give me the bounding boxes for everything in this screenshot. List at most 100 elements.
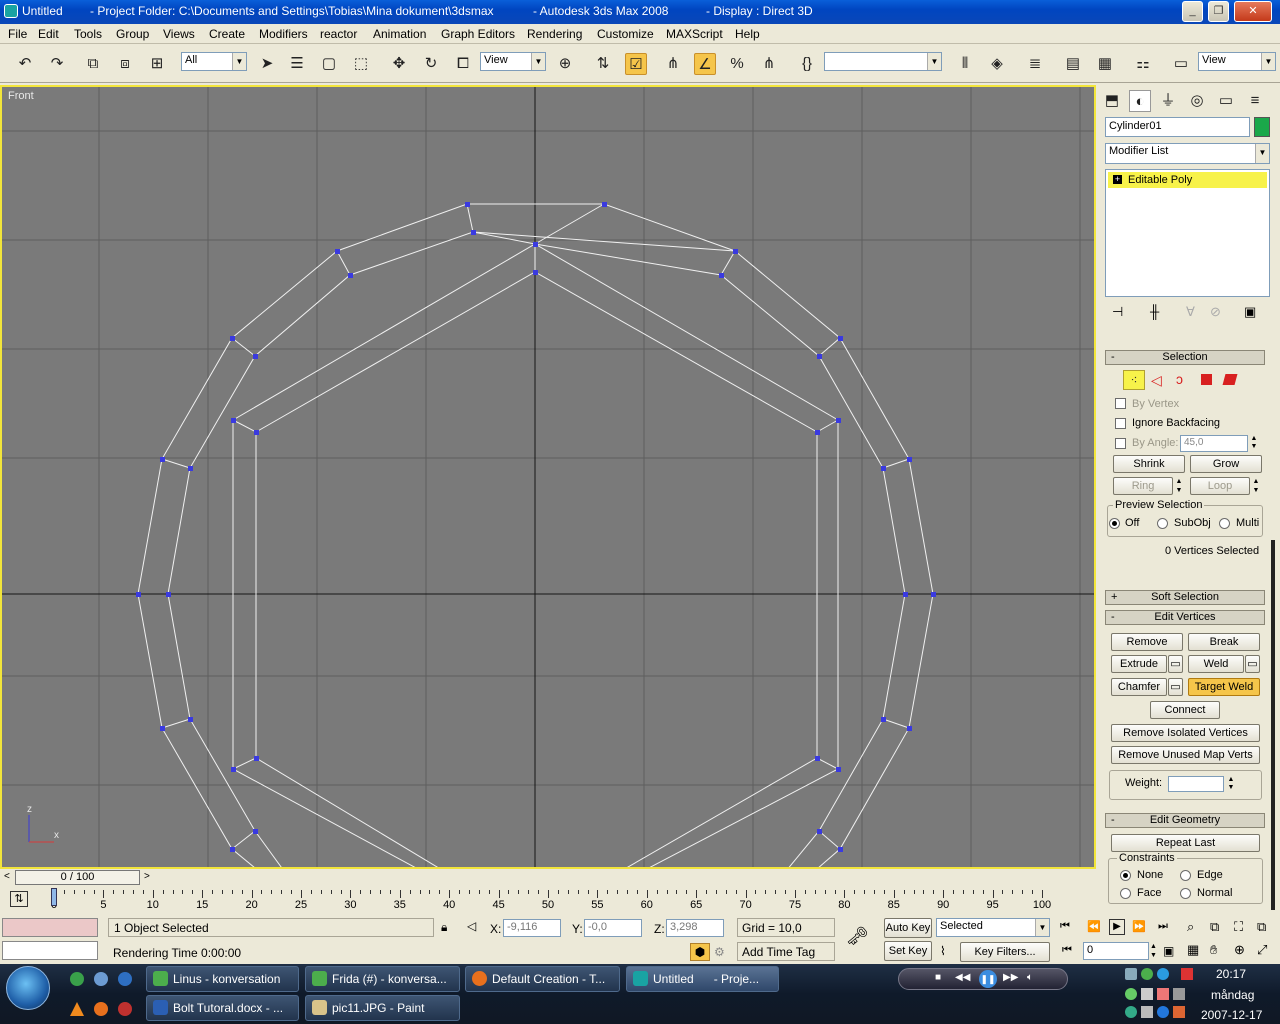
- maxscript-listener-pink[interactable]: [2, 918, 98, 937]
- zoom-all-icon[interactable]: ⧉: [1210, 919, 1219, 935]
- by-angle-spinner[interactable]: 45,0: [1180, 435, 1248, 452]
- spinner-snap-icon[interactable]: ⋔: [758, 53, 780, 75]
- time-config-icon[interactable]: ▣: [1163, 944, 1174, 958]
- redo-icon[interactable]: ↷: [46, 53, 68, 75]
- selection-filter-dropdown[interactable]: All ▼: [181, 52, 247, 71]
- schematic-view-icon[interactable]: ▦: [1094, 53, 1116, 75]
- object-color-swatch[interactable]: [1254, 117, 1270, 137]
- move-icon[interactable]: ✥: [388, 53, 410, 75]
- target-weld-button[interactable]: Target Weld: [1188, 678, 1260, 696]
- taskbar-item-bolt-tutoral[interactable]: Bolt Tutoral.docx - ...: [146, 995, 299, 1021]
- rotate-icon[interactable]: ↻: [420, 53, 442, 75]
- percent-snap-icon[interactable]: %: [726, 53, 748, 75]
- constraint-normal-radio[interactable]: [1180, 888, 1191, 899]
- security-tray-icon[interactable]: [1173, 1006, 1185, 1018]
- modifier-list-dropdown[interactable]: Modifier List ▼: [1105, 143, 1270, 164]
- taskbar-item-frida-konversation[interactable]: Frida (#) - konversa...: [305, 966, 460, 992]
- quicklaunch-firefox-icon[interactable]: [94, 1002, 108, 1016]
- render-scene-icon[interactable]: ▭: [1170, 53, 1192, 75]
- taskbar-item-3dsmax-untitled[interactable]: Untitled - Proje...: [626, 966, 779, 992]
- time-slider-thumb[interactable]: 0 / 100: [15, 870, 140, 885]
- taskbar-item-default-creation[interactable]: Default Creation - T...: [465, 966, 620, 992]
- menu-help[interactable]: Help: [735, 27, 760, 41]
- render-view-dropdown[interactable]: View ▼: [1198, 52, 1276, 71]
- menu-graph-editors[interactable]: Graph Editors: [441, 27, 515, 41]
- pivot-center-icon[interactable]: ⊕: [554, 53, 576, 75]
- taskbar-item-linus-konversation[interactable]: Linus - konversation: [146, 966, 299, 992]
- weight-spinner[interactable]: [1168, 776, 1224, 792]
- shrink-button[interactable]: Shrink: [1113, 455, 1185, 473]
- keyboard-shortcut-toggle-icon[interactable]: ☑: [625, 53, 647, 75]
- polygon-mode-icon[interactable]: [1201, 374, 1212, 385]
- weld-button[interactable]: Weld: [1188, 655, 1244, 673]
- power-tray-icon[interactable]: [1157, 988, 1169, 1000]
- menu-modifiers[interactable]: Modifiers: [259, 27, 308, 41]
- msn-tray-icon[interactable]: [1125, 988, 1137, 1000]
- start-button[interactable]: [6, 966, 50, 1010]
- menu-create[interactable]: Create: [209, 27, 245, 41]
- previous-frame-icon[interactable]: ⏪: [1087, 920, 1101, 933]
- goto-end-icon[interactable]: ⏭: [1158, 920, 1168, 933]
- loop-button[interactable]: Loop: [1190, 477, 1250, 495]
- layer-manager-icon[interactable]: ≣: [1024, 53, 1046, 75]
- motion-tab-icon[interactable]: ◎: [1186, 90, 1208, 112]
- remove-isolated-vertices-button[interactable]: Remove Isolated Vertices: [1111, 724, 1260, 742]
- curve-editor-icon[interactable]: ▤: [1062, 53, 1084, 75]
- rectangular-selection-icon[interactable]: ▢: [318, 53, 340, 75]
- material-editor-icon[interactable]: ⚏: [1132, 53, 1154, 75]
- select-by-name-icon[interactable]: ☰: [286, 53, 308, 75]
- pin-stack-icon[interactable]: ⊣: [1112, 304, 1123, 320]
- ring-spinner-icon[interactable]: ▲ ▼: [1174, 477, 1184, 495]
- quicklaunch-media-icon[interactable]: [118, 972, 132, 986]
- menu-edit[interactable]: Edit: [38, 27, 59, 41]
- mirror-axis-icon[interactable]: ⇅: [592, 53, 614, 75]
- weld-settings-icon[interactable]: ▭: [1245, 655, 1260, 673]
- quicklaunch-app-icon[interactable]: [118, 1002, 132, 1016]
- viewport-canvas[interactable]: [2, 87, 1094, 867]
- edit-named-selection-icon[interactable]: {}: [796, 53, 818, 75]
- mirror-icon[interactable]: ⫴: [954, 53, 976, 75]
- usb-tray-icon[interactable]: [1173, 988, 1185, 1000]
- by-vertex-checkbox[interactable]: [1115, 398, 1126, 409]
- zoom-icon[interactable]: ⌕: [1187, 919, 1194, 935]
- sound-tray-icon[interactable]: [1141, 988, 1153, 1000]
- time-slider-prev-icon[interactable]: <: [4, 871, 10, 882]
- menu-rendering[interactable]: Rendering: [527, 27, 582, 41]
- remove-modifier-icon[interactable]: ⊘: [1210, 304, 1221, 320]
- alert-tray-icon[interactable]: [1181, 968, 1193, 980]
- menu-animation[interactable]: Animation: [373, 27, 426, 41]
- named-selection-dropdown[interactable]: ▼: [824, 52, 942, 71]
- current-frame-marker[interactable]: [51, 888, 57, 906]
- taskbar-item-pic11-paint[interactable]: pic11.JPG - Paint: [305, 995, 460, 1021]
- messenger-tray-icon[interactable]: [1141, 968, 1153, 980]
- expand-plus-icon[interactable]: +: [1113, 175, 1122, 184]
- network-icon[interactable]: [1125, 968, 1137, 980]
- viewport-label[interactable]: Front: [8, 90, 34, 102]
- update-tray-icon[interactable]: [1125, 1006, 1137, 1018]
- object-name-field[interactable]: Cylinder01: [1105, 117, 1250, 137]
- key-mode-toggle-icon[interactable]: ⏮: [1062, 944, 1072, 957]
- next-frame-icon[interactable]: ⏩: [1132, 920, 1146, 933]
- goto-start-icon[interactable]: ⏮: [1060, 920, 1070, 933]
- battery-tray-icon[interactable]: [1141, 1006, 1153, 1018]
- media-player-mini-bar[interactable]: ❚❚ ■ ◀◀ ▶▶ 🔈︎: [898, 968, 1068, 990]
- spinner-arrows-icon[interactable]: ▲ ▼: [1249, 435, 1259, 452]
- set-key-button[interactable]: Set Key: [884, 941, 932, 961]
- field-of-view-icon[interactable]: ▦: [1187, 942, 1199, 958]
- soft-selection-rollout-header[interactable]: + Soft Selection: [1105, 590, 1265, 605]
- menu-maxscript[interactable]: MAXScript: [666, 27, 723, 41]
- preview-off-radio[interactable]: [1109, 518, 1120, 529]
- command-panel-scrollbar[interactable]: [1271, 540, 1275, 910]
- select-object-icon[interactable]: ➤: [256, 53, 278, 75]
- auto-key-button[interactable]: Auto Key: [884, 918, 932, 938]
- set-key-key-icon[interactable]: 🗝︎: [846, 926, 869, 947]
- bind-to-space-warp-icon[interactable]: ⊞: [146, 53, 168, 75]
- maxscript-listener-white[interactable]: [2, 941, 98, 960]
- play-circle-icon[interactable]: ❚❚: [979, 970, 997, 988]
- configure-modifier-sets-icon[interactable]: ▣: [1244, 304, 1256, 320]
- absolute-mode-icon[interactable]: ◁: [467, 919, 476, 933]
- maximize-button[interactable]: ❐: [1208, 1, 1229, 22]
- utilities-tab-icon[interactable]: ≡: [1244, 90, 1266, 112]
- stop-icon[interactable]: ■: [935, 972, 941, 983]
- reference-coordinate-dropdown[interactable]: View ▼: [480, 52, 546, 71]
